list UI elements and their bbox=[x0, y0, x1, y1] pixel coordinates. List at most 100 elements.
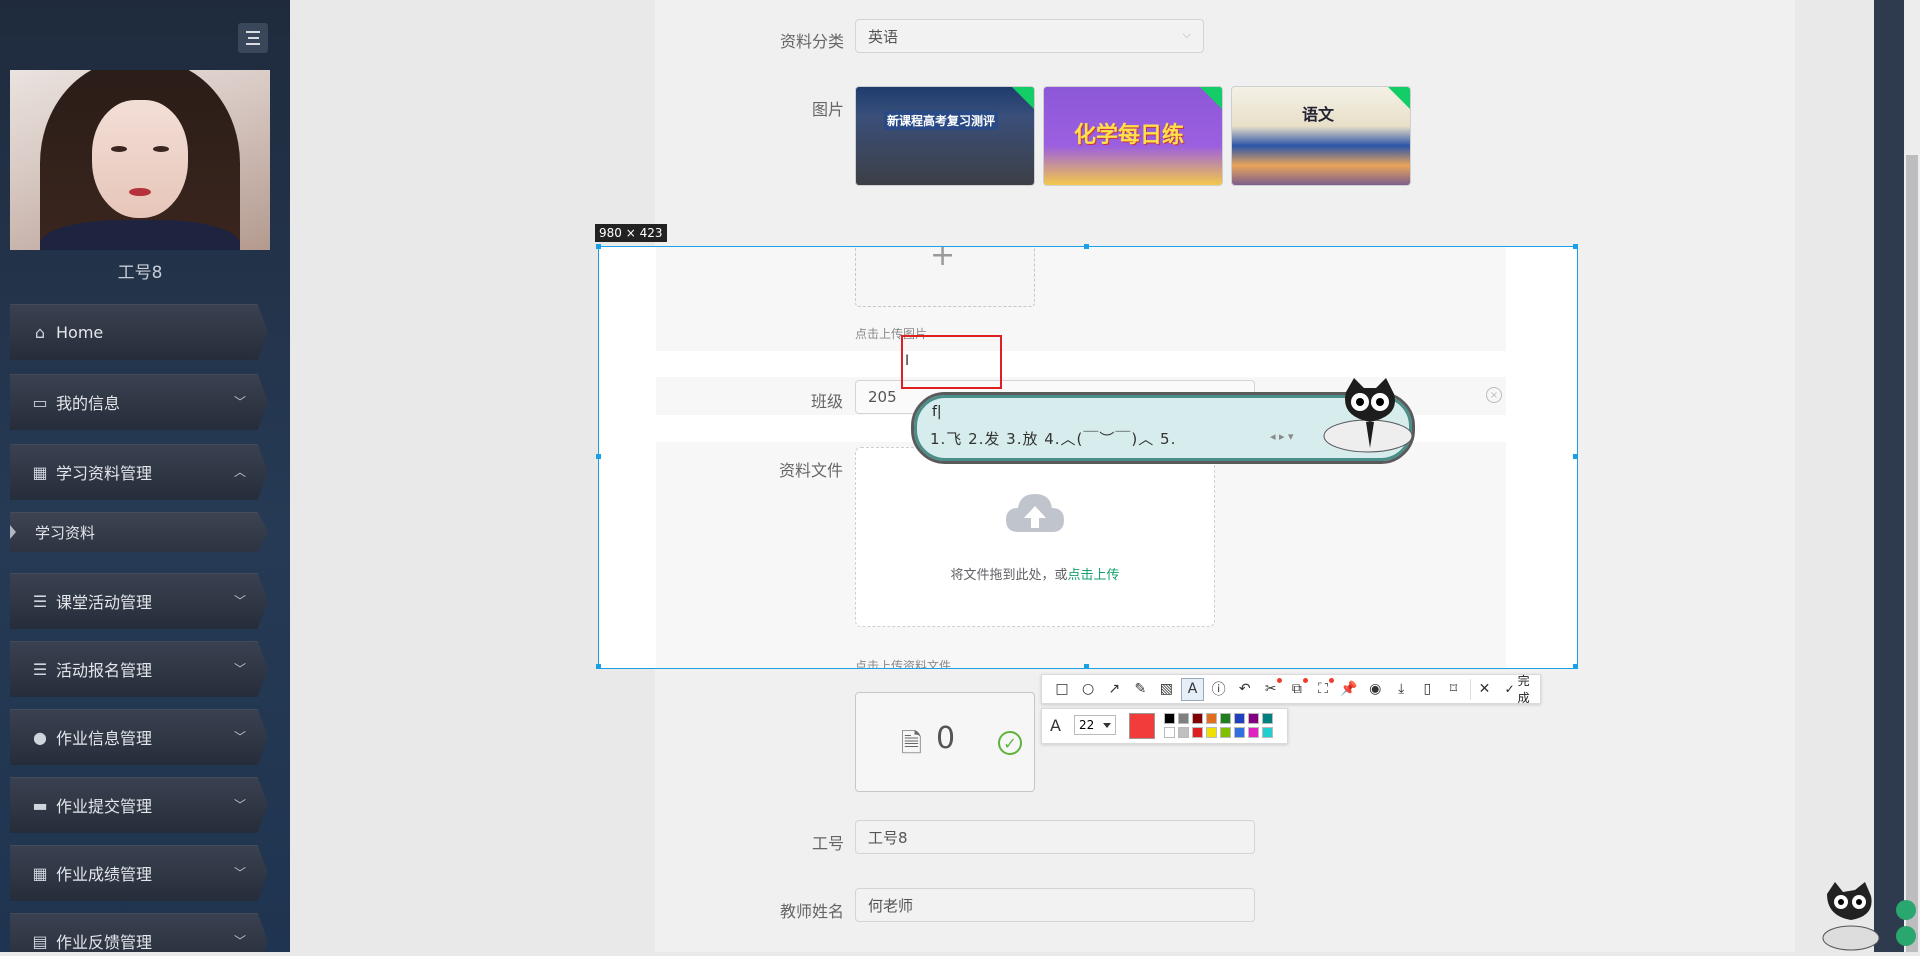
font-size-value: 22 bbox=[1079, 718, 1095, 732]
color-swatch[interactable] bbox=[1234, 727, 1245, 738]
text-tool-icon[interactable]: A bbox=[1181, 677, 1204, 701]
resize-handle-e[interactable] bbox=[1573, 454, 1578, 459]
sidebar-subitem-study-material[interactable]: 学习资料 bbox=[10, 512, 268, 552]
sidebar-item-homework-info[interactable]: ● 作业信息管理 ﹀ bbox=[10, 709, 268, 765]
staff-id-label: 工号 bbox=[811, 834, 844, 853]
pen-tool-icon[interactable]: ✎ bbox=[1130, 679, 1150, 700]
translate-tool-icon[interactable]: ⧉ bbox=[1287, 677, 1308, 700]
float-button-1[interactable] bbox=[1896, 900, 1916, 920]
pin-icon[interactable]: 📌 bbox=[1339, 679, 1359, 700]
mascot-cat-icon bbox=[1813, 880, 1883, 952]
rectangle-tool-icon[interactable]: □ bbox=[1052, 679, 1072, 700]
selection-size-label: 980 × 423 bbox=[595, 224, 667, 242]
sidebar-item-activity-signup[interactable]: ☰ 活动报名管理 ﹀ bbox=[10, 641, 268, 697]
teacher-input[interactable]: 何老师 bbox=[855, 888, 1255, 922]
sidebar-item-study-material-mgmt[interactable]: ▦ 学习资料管理 ︿ bbox=[10, 444, 268, 500]
color-swatch[interactable] bbox=[1178, 713, 1189, 724]
class-value: 205 bbox=[868, 388, 897, 406]
color-swatch[interactable] bbox=[1248, 727, 1259, 738]
current-color-swatch[interactable] bbox=[1129, 713, 1155, 739]
chevron-down-icon: ﹀ bbox=[233, 866, 246, 880]
file-drop-zone[interactable]: 将文件拖到此处，或点击上传 bbox=[855, 447, 1215, 627]
color-swatch[interactable] bbox=[1206, 727, 1217, 738]
image-thumb-2[interactable]: 化学每日练 bbox=[1043, 86, 1223, 186]
done-button[interactable]: ✓ 完成 bbox=[1505, 672, 1540, 706]
number-tool-icon[interactable]: ⓘ bbox=[1209, 679, 1229, 700]
resize-handle-nw[interactable] bbox=[596, 244, 601, 249]
category-select[interactable]: 英语 ⌵ bbox=[855, 19, 1204, 53]
chat-icon: ▬ bbox=[32, 795, 48, 815]
record-icon[interactable]: ◉ bbox=[1365, 679, 1385, 700]
right-edge-strip bbox=[1874, 0, 1904, 952]
annotation-rectangle[interactable] bbox=[901, 335, 1002, 389]
mosaic-tool-icon[interactable]: ▧ bbox=[1156, 679, 1176, 700]
chevron-down-icon: ﹀ bbox=[233, 662, 246, 676]
color-swatch[interactable] bbox=[1248, 713, 1259, 724]
ime-candidates[interactable]: 1.飞 2.发 3.放 4.︿(￣︶￣)︿ 5. bbox=[930, 428, 1176, 449]
list-icon: ☰ bbox=[32, 591, 48, 611]
cut-tool-icon[interactable]: ✂ bbox=[1261, 677, 1282, 700]
color-swatch[interactable] bbox=[1220, 727, 1231, 738]
sidebar-item-label: 作业信息管理 bbox=[56, 729, 153, 748]
arrow-tool-icon[interactable]: ↗ bbox=[1104, 679, 1124, 700]
image-thumb-3[interactable]: 语文 bbox=[1231, 86, 1411, 186]
phone-icon[interactable]: ▯ bbox=[1417, 679, 1437, 700]
chevron-down-icon: ﹀ bbox=[233, 730, 246, 744]
resize-handle-n[interactable] bbox=[1084, 244, 1089, 249]
close-icon[interactable]: ✕ bbox=[1469, 678, 1495, 700]
sidebar: 工号8 ⌂ Home ▭ 我的信息 ﹀ ▦ 学习资料管理 ︿ 学习资料 ☰ 课堂… bbox=[0, 0, 290, 952]
user-name: 工号8 bbox=[117, 263, 163, 283]
color-swatch[interactable] bbox=[1220, 713, 1231, 724]
color-swatch[interactable] bbox=[1192, 727, 1203, 738]
clear-icon[interactable]: × bbox=[1486, 387, 1502, 403]
resize-handle-ne[interactable] bbox=[1573, 244, 1578, 249]
color-swatch[interactable] bbox=[1192, 713, 1203, 724]
chevron-down-icon: ﹀ bbox=[233, 934, 246, 948]
color-swatch[interactable] bbox=[1262, 727, 1273, 738]
category-label: 资料分类 bbox=[779, 32, 844, 51]
done-label: 完成 bbox=[1517, 674, 1530, 705]
sidebar-item-homework-feedback[interactable]: ▤ 作业反馈管理 ﹀ bbox=[10, 913, 268, 952]
sidebar-item-home[interactable]: ⌂ Home bbox=[10, 304, 268, 360]
image-upload-box[interactable]: + bbox=[855, 247, 1035, 307]
color-swatch[interactable] bbox=[1206, 713, 1217, 724]
sidebar-item-label: 作业提交管理 bbox=[56, 797, 153, 816]
sidebar-item-my-info[interactable]: ▭ 我的信息 ﹀ bbox=[10, 374, 268, 430]
menu-toggle-icon[interactable] bbox=[238, 23, 268, 53]
sidebar-item-class-activity[interactable]: ☰ 课堂活动管理 ﹀ bbox=[10, 573, 268, 629]
undo-icon[interactable]: ↶ bbox=[1235, 679, 1255, 700]
ime-mascot-icon bbox=[1310, 378, 1414, 456]
sidebar-item-homework-score[interactable]: ▦ 作业成绩管理 ﹀ bbox=[10, 845, 268, 901]
ime-page-arrows-icon[interactable]: ◂ ▸ ▾ bbox=[1270, 430, 1294, 443]
staff-id-input[interactable]: 工号8 bbox=[855, 820, 1255, 854]
avatar bbox=[10, 70, 270, 250]
bookmark-icon[interactable]: ⌑ bbox=[1443, 679, 1463, 700]
category-value: 英语 bbox=[868, 27, 899, 46]
sidebar-item-homework-submit[interactable]: ▬ 作业提交管理 ﹀ bbox=[10, 777, 268, 833]
check-circle-icon: ✓ bbox=[998, 731, 1022, 755]
color-swatch[interactable] bbox=[1178, 727, 1189, 738]
color-swatch[interactable] bbox=[1164, 727, 1175, 738]
resize-handle-s[interactable] bbox=[1084, 664, 1089, 669]
color-swatch[interactable] bbox=[1164, 713, 1175, 724]
file-label: 资料文件 bbox=[778, 461, 843, 480]
staff-id-value: 工号8 bbox=[868, 828, 908, 847]
image-thumb-3-title: 语文 bbox=[1302, 105, 1335, 124]
color-swatch[interactable] bbox=[1262, 713, 1273, 724]
scan-tool-icon[interactable]: ⛶ bbox=[1313, 677, 1335, 700]
grid-icon: ▦ bbox=[32, 863, 48, 883]
color-swatch[interactable] bbox=[1234, 713, 1245, 724]
download-icon[interactable]: ⤓ bbox=[1391, 679, 1411, 700]
file-count: 0 bbox=[936, 721, 956, 756]
scrollbar-thumb[interactable] bbox=[1906, 155, 1918, 952]
image-thumb-1-title: 新课程高考复习测评 bbox=[884, 111, 999, 130]
class-label: 班级 bbox=[810, 392, 843, 411]
image-thumb-1[interactable]: 新课程高考复习测评 bbox=[855, 86, 1035, 186]
file-upload-link[interactable]: 点击上传 bbox=[1068, 568, 1120, 583]
resize-handle-w[interactable] bbox=[596, 454, 601, 459]
resize-handle-se[interactable] bbox=[1573, 664, 1578, 669]
font-size-select[interactable]: 22 bbox=[1074, 715, 1116, 735]
float-button-2[interactable] bbox=[1896, 926, 1916, 946]
resize-handle-sw[interactable] bbox=[596, 664, 601, 669]
ellipse-tool-icon[interactable]: ○ bbox=[1078, 679, 1098, 700]
